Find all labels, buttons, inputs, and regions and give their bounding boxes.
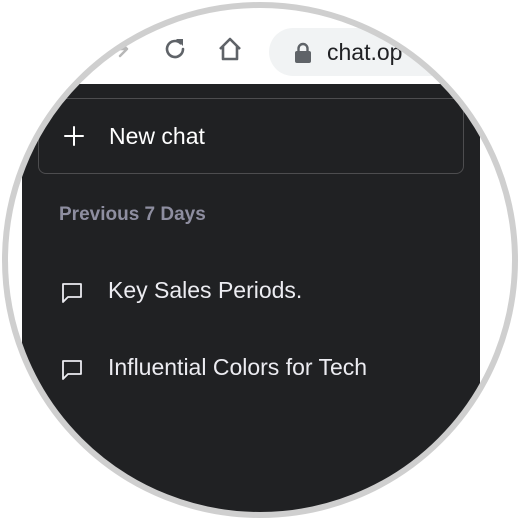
address-bar[interactable]: chat.op bbox=[269, 28, 514, 76]
chat-history-item[interactable]: Influential Colors for Tech bbox=[44, 341, 464, 395]
new-chat-label: New chat bbox=[109, 123, 205, 149]
message-icon bbox=[60, 280, 84, 304]
browser-toolbar: chat.op bbox=[6, 6, 514, 84]
reload-icon[interactable] bbox=[160, 34, 190, 64]
message-icon bbox=[60, 357, 84, 381]
new-chat-button[interactable]: New chat bbox=[38, 98, 464, 174]
chat-title: Influential Colors for Tech bbox=[108, 354, 368, 380]
chat-sidebar: New chat Previous 7 Days Key Sales Perio… bbox=[22, 84, 480, 514]
chat-title: Key Sales Periods. bbox=[108, 277, 303, 303]
section-heading: Previous 7 Days bbox=[59, 204, 206, 225]
url-text: chat.op bbox=[327, 39, 403, 65]
forward-arrow-icon[interactable] bbox=[104, 34, 134, 64]
plus-icon bbox=[63, 125, 85, 147]
home-icon[interactable] bbox=[215, 34, 245, 64]
zoom-lens: chat.op New chat Previous 7 Days Key Sal… bbox=[6, 6, 514, 514]
chat-history-item[interactable]: Key Sales Periods. bbox=[44, 264, 464, 318]
lock-icon[interactable] bbox=[293, 42, 313, 64]
